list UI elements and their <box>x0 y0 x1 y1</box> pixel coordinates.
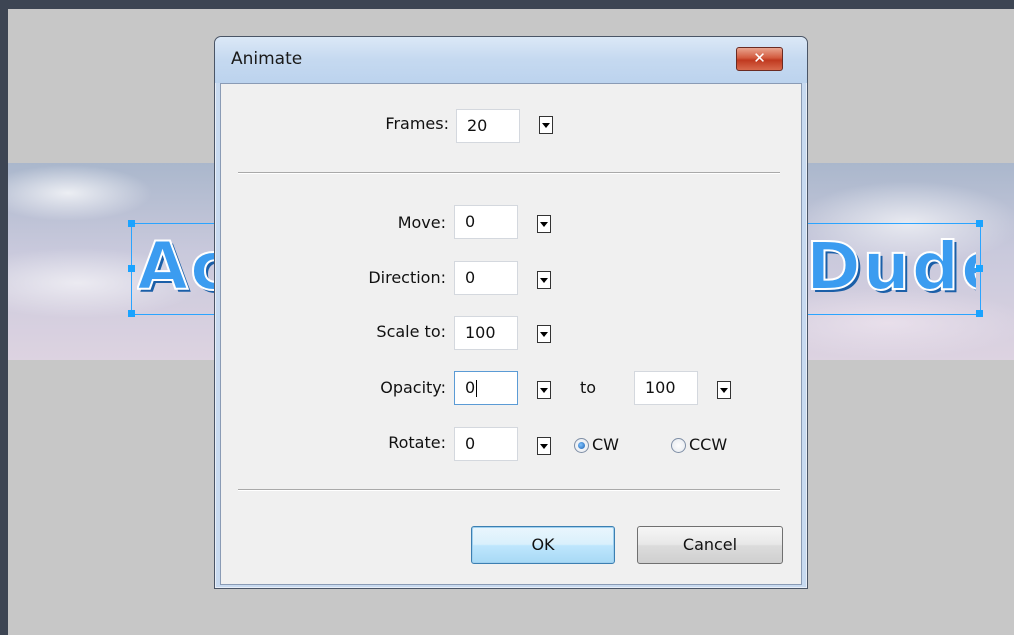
frames-input[interactable]: 20 <box>456 109 520 143</box>
move-input[interactable]: 0 <box>454 205 518 239</box>
move-label: Move: <box>397 213 446 232</box>
selection-handle-top-right[interactable] <box>976 220 983 227</box>
frames-dropdown-icon[interactable] <box>539 116 553 134</box>
ok-button[interactable]: OK <box>471 526 615 564</box>
dialog-body: Frames: 20 Move: 0 Direction: 0 Scale to… <box>220 83 802 585</box>
move-dropdown-icon[interactable] <box>537 215 551 233</box>
direction-dropdown-icon[interactable] <box>537 271 551 289</box>
separator-bottom <box>238 489 780 491</box>
dialog-title: Animate <box>231 49 303 69</box>
opacity-to-label: to <box>580 378 597 397</box>
frames-label: Frames: <box>385 114 449 133</box>
selection-handle-mid-right[interactable] <box>976 265 983 272</box>
dialog-titlebar[interactable]: Animate ✕ <box>215 37 807 83</box>
ccw-label: CCW <box>689 435 728 454</box>
animate-dialog: Animate ✕ Frames: 20 Move: 0 Direction: … <box>214 36 808 589</box>
direction-input[interactable]: 0 <box>454 261 518 295</box>
selection-handle-bottom-right[interactable] <box>976 310 983 317</box>
close-x-icon: ✕ <box>753 49 766 67</box>
opacity-to-input[interactable]: 100 <box>634 371 698 405</box>
selection-handle-mid-left[interactable] <box>128 265 135 272</box>
rotate-input[interactable]: 0 <box>454 427 518 461</box>
close-button[interactable]: ✕ <box>736 47 783 71</box>
ccw-radio[interactable] <box>671 438 686 453</box>
text-caret <box>476 380 478 397</box>
selection-handle-bottom-left[interactable] <box>128 310 135 317</box>
opacity-from-input[interactable]: 0 <box>454 371 518 405</box>
opacity-label: Opacity: <box>380 378 446 397</box>
cancel-button[interactable]: Cancel <box>637 526 783 564</box>
scale-dropdown-icon[interactable] <box>537 325 551 343</box>
opacity-to-dropdown-icon[interactable] <box>717 381 731 399</box>
direction-label: Direction: <box>368 268 446 287</box>
separator-top <box>238 172 780 174</box>
cw-radio[interactable] <box>574 438 589 453</box>
scale-input[interactable]: 100 <box>454 316 518 350</box>
scale-label: Scale to: <box>376 322 446 341</box>
rotate-dropdown-icon[interactable] <box>537 437 551 455</box>
cw-label: CW <box>592 435 619 454</box>
opacity-from-dropdown-icon[interactable] <box>537 381 551 399</box>
selection-handle-top-left[interactable] <box>128 220 135 227</box>
rotate-label: Rotate: <box>388 433 446 452</box>
opacity-from-value: 0 <box>465 378 476 397</box>
